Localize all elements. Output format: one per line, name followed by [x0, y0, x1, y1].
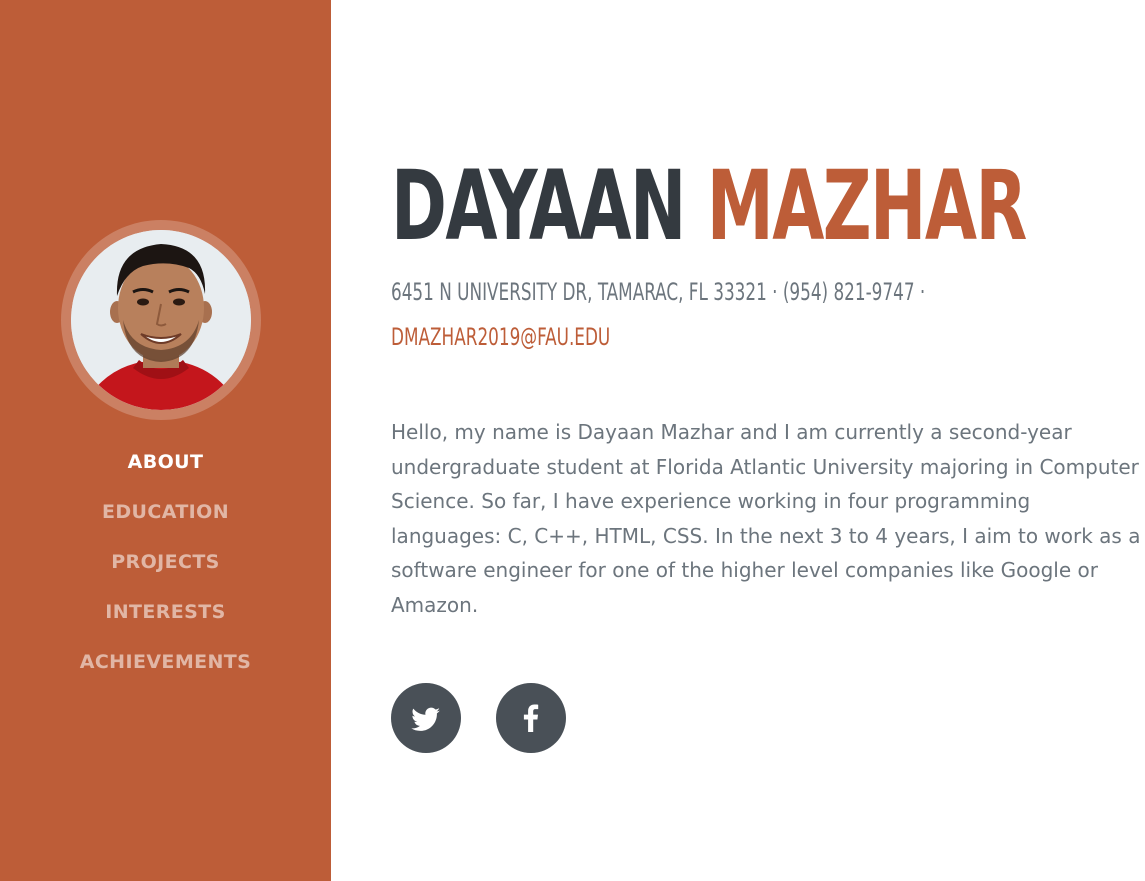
sidebar: ABOUT EDUCATION PROJECTS INTERESTS ACHIE…	[0, 0, 331, 881]
last-name: MAZHAR	[706, 150, 1028, 262]
bio-text: Hello, my name is Dayaan Mazhar and I am…	[391, 420, 1141, 617]
nav-item-achievements[interactable]: ACHIEVEMENTS	[0, 647, 331, 697]
nav-item-interests[interactable]: INTERESTS	[0, 597, 331, 647]
address-phone: 6451 N UNIVERSITY DR, TAMARAC, FL 33321 …	[391, 278, 926, 306]
twitter-button[interactable]	[391, 683, 461, 753]
nav-item-projects[interactable]: PROJECTS	[0, 547, 331, 597]
nav-item-education[interactable]: EDUCATION	[0, 497, 331, 547]
facebook-button[interactable]	[496, 683, 566, 753]
about-section: DAYAAN MAZHAR 6451 N UNIVERSITY DR, TAMA…	[391, 0, 1145, 881]
facebook-icon	[523, 704, 539, 732]
twitter-icon	[411, 707, 440, 731]
profile-photo-frame	[61, 220, 261, 420]
contact-info: 6451 N UNIVERSITY DR, TAMARAC, FL 33321 …	[391, 270, 937, 360]
nav-item-about[interactable]: ABOUT	[0, 447, 331, 497]
first-name: DAYAAN	[391, 150, 686, 262]
profile-photo	[71, 230, 251, 410]
email-link[interactable]: DMAZHAR2019@FAU.EDU	[391, 323, 610, 351]
page-title: DAYAAN MAZHAR	[391, 146, 1028, 266]
section-nav: ABOUT EDUCATION PROJECTS INTERESTS ACHIE…	[0, 447, 331, 697]
